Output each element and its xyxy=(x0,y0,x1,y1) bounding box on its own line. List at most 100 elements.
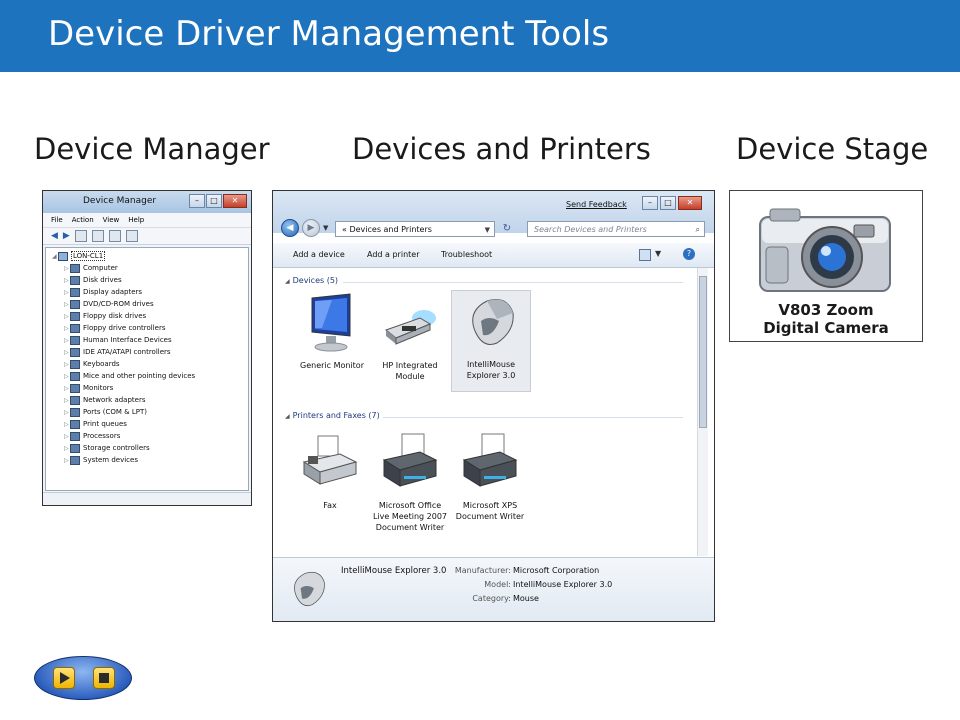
tree-item[interactable]: ▷ System devices xyxy=(64,454,138,466)
show-hide-tree-icon[interactable] xyxy=(74,230,87,242)
optical-drive-icon xyxy=(70,299,80,309)
tree-root[interactable]: ◢ LON-CL1 xyxy=(52,250,106,262)
tree-item[interactable]: ▷ Floppy disk drives xyxy=(64,310,146,322)
printer-icon xyxy=(460,432,520,494)
disk-drive-icon xyxy=(70,275,80,285)
monitor-icon xyxy=(70,383,80,393)
menu-action[interactable]: Action xyxy=(72,216,94,224)
group-printers-faxes[interactable]: ◢ Printers and Faxes (7) xyxy=(285,411,380,420)
command-bar: Add a device Add a printer Troubleshoot … xyxy=(273,243,714,268)
back-arrow-icon[interactable]: ◀ xyxy=(51,231,58,241)
tree-item[interactable]: ▷ Print queues xyxy=(64,418,127,430)
help-icon[interactable]: ? xyxy=(683,248,695,260)
device-intellimouse[interactable]: IntelliMouse Explorer 3.0 xyxy=(451,290,531,392)
device-generic-monitor[interactable]: Generic Monitor xyxy=(293,292,371,371)
stop-button[interactable] xyxy=(93,667,115,689)
device-manager-title: Device Manager xyxy=(83,196,157,206)
tree-item[interactable]: ▷ IDE ATA/ATAPI controllers xyxy=(64,346,171,358)
tree-item[interactable]: ▷ Keyboards xyxy=(64,358,120,370)
tree-item[interactable]: ▷ Network adapters xyxy=(64,394,146,406)
forward-arrow-icon[interactable]: ▶ xyxy=(63,231,70,241)
media-player-control xyxy=(34,656,132,700)
printer-live-meeting-writer[interactable]: Microsoft Office Live Meeting 2007 Docum… xyxy=(371,432,449,533)
tree-item[interactable]: ▷ Disk drives xyxy=(64,274,122,286)
device-manager-menubar: File Action View Help xyxy=(43,213,251,228)
tree-item[interactable]: ▷ Floppy drive controllers xyxy=(64,322,166,334)
address-bar[interactable]: « Devices and Printers ▼ xyxy=(335,221,495,237)
label-device-manager: Device Manager xyxy=(34,132,270,166)
details-category-value: Mouse xyxy=(513,594,539,603)
help-icon[interactable] xyxy=(91,230,104,242)
forward-button[interactable]: ▶ xyxy=(302,219,320,237)
tree-item[interactable]: ▷ Monitors xyxy=(64,382,113,394)
tree-item[interactable]: ▷ Computer xyxy=(64,262,118,274)
network-adapter-icon xyxy=(70,395,80,405)
add-printer-button[interactable]: Add a printer xyxy=(367,250,419,259)
tree-item[interactable]: ▷ Ports (COM & LPT) xyxy=(64,406,147,418)
devices-printers-window: Send Feedback – □ ✕ ◀ ▶ ▼ « Devices and … xyxy=(272,190,715,622)
refresh-icon[interactable]: ↻ xyxy=(499,221,515,237)
mouse-icon xyxy=(461,291,521,353)
mouse-icon xyxy=(283,566,333,612)
tree-item[interactable]: ▷ Processors xyxy=(64,430,120,442)
play-button[interactable] xyxy=(53,667,75,689)
floppy-disk-icon xyxy=(70,311,80,321)
device-manager-window: Device Manager – □ ✕ File Action View He… xyxy=(42,190,252,506)
tree-item[interactable]: ▷ Human Interface Devices xyxy=(64,334,172,346)
close-button[interactable]: ✕ xyxy=(223,194,247,208)
printer-fax[interactable]: Fax xyxy=(291,432,369,511)
system-device-icon xyxy=(70,455,80,465)
device-manager-toolbar: ◀ ▶ xyxy=(43,228,251,245)
device-stage-title-line2: Digital Camera xyxy=(763,319,889,337)
printer-icon xyxy=(380,432,440,494)
scan-hardware-icon[interactable] xyxy=(125,230,138,242)
fax-icon xyxy=(300,432,360,494)
device-stage-title-line1: V803 Zoom xyxy=(778,301,874,319)
storage-controller-icon xyxy=(70,443,80,453)
label-devices-printers: Devices and Printers xyxy=(352,132,651,166)
menu-view[interactable]: View xyxy=(103,216,120,224)
back-button[interactable]: ◀ xyxy=(281,219,299,237)
details-manufacturer-value: Microsoft Corporation xyxy=(513,566,600,575)
navigation-buttons: ◀ ▶ ▼ xyxy=(281,219,328,237)
tree-item[interactable]: ▷ Mice and other pointing devices xyxy=(64,370,195,382)
menu-file[interactable]: File xyxy=(51,216,63,224)
vertical-scrollbar[interactable] xyxy=(697,268,708,556)
address-text: Devices and Printers xyxy=(349,225,432,234)
add-device-button[interactable]: Add a device xyxy=(293,250,345,259)
tree-item[interactable]: ▷ Display adapters xyxy=(64,286,142,298)
change-view-icon[interactable] xyxy=(639,249,651,261)
display-adapter-icon xyxy=(70,287,80,297)
printer-xps-writer[interactable]: Microsoft XPS Document Writer xyxy=(451,432,529,522)
stop-icon xyxy=(99,673,109,683)
search-input[interactable]: Search Devices and Printers ⌕ xyxy=(527,221,705,237)
send-feedback-link[interactable]: Send Feedback xyxy=(566,200,627,209)
title-banner: Device Driver Management Tools xyxy=(0,0,960,72)
view-dropdown-icon[interactable]: ▼ xyxy=(655,249,661,258)
tree-item[interactable]: ▷ DVD/CD-ROM drives xyxy=(64,298,154,310)
tree-item[interactable]: ▷ Storage controllers xyxy=(64,442,150,454)
group-devices[interactable]: ◢ Devices (5) xyxy=(285,276,338,285)
close-button[interactable]: ✕ xyxy=(678,196,702,210)
device-tree: ◢ LON-CL1 ▷ Computer ▷ Disk drives ▷ Display… xyxy=(45,247,249,491)
properties-icon[interactable] xyxy=(108,230,121,242)
search-icon[interactable]: ⌕ xyxy=(696,222,700,238)
print-queue-icon xyxy=(70,419,80,429)
address-dropdown-icon[interactable]: ▼ xyxy=(485,222,490,238)
troubleshoot-button[interactable]: Troubleshoot xyxy=(441,250,492,259)
label-device-stage: Device Stage xyxy=(736,132,929,166)
minimize-button[interactable]: – xyxy=(642,196,658,210)
maximize-button[interactable]: □ xyxy=(660,196,676,210)
minimize-button[interactable]: – xyxy=(189,194,205,208)
details-model-label: Model: xyxy=(484,580,511,589)
details-pane: IntelliMouse Explorer 3.0 Manufacturer: … xyxy=(273,557,714,621)
device-hp-integrated-module[interactable]: HP Integrated Module xyxy=(371,292,449,382)
hid-icon xyxy=(70,335,80,345)
maximize-button[interactable]: □ xyxy=(206,194,222,208)
computer-icon xyxy=(70,263,80,273)
scrollbar-thumb[interactable] xyxy=(699,276,707,428)
device-manager-statusbar xyxy=(43,492,251,505)
menu-help[interactable]: Help xyxy=(128,216,144,224)
usb-module-icon xyxy=(380,292,440,354)
recent-pages-dropdown[interactable]: ▼ xyxy=(323,224,328,232)
